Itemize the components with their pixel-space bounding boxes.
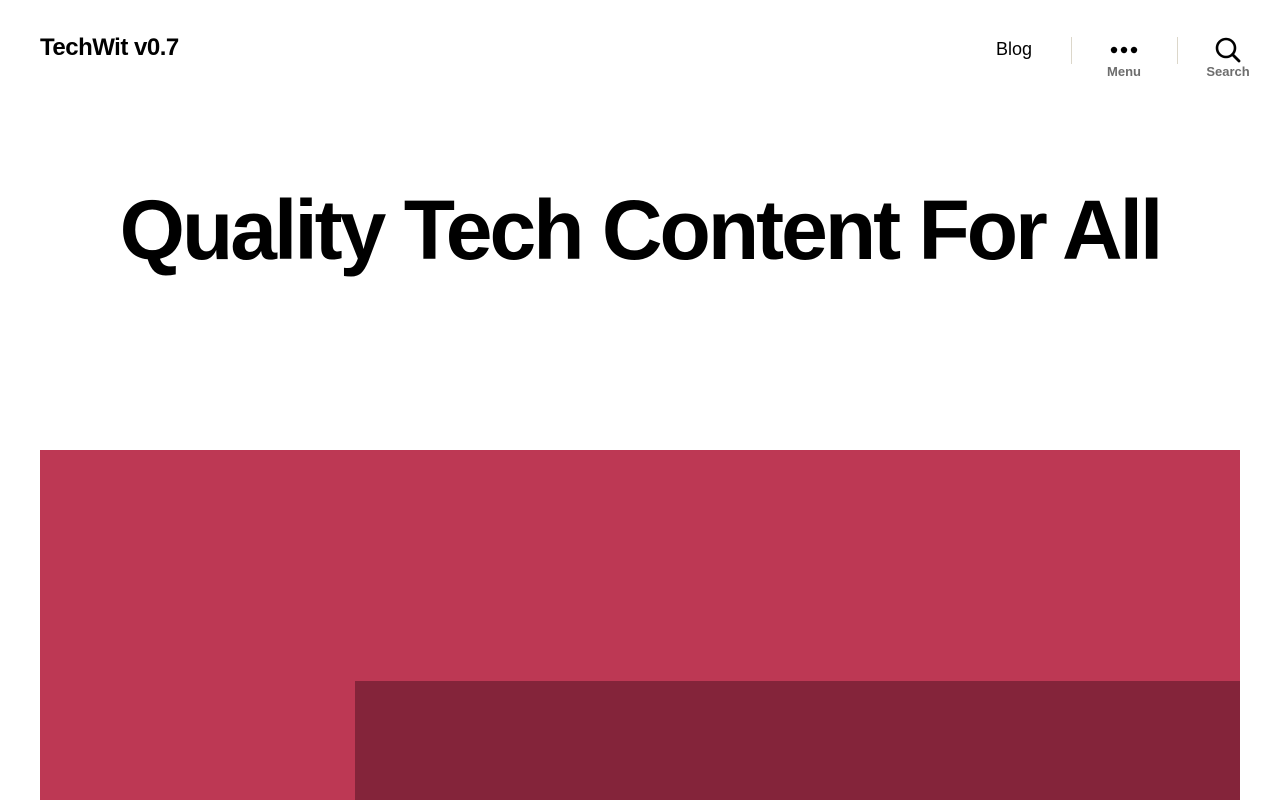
site-header: TechWit v0.7 Blog Menu Search [0,0,1280,110]
page-title: Quality Tech Content For All [119,183,1164,277]
header-separator [1071,37,1072,64]
featured-image-graphic [40,450,1240,800]
site-title-link[interactable]: TechWit v0.7 [40,34,179,62]
nav-link-blog[interactable]: Blog [996,39,1032,60]
featured-image-panel [355,681,1240,800]
search-icon [1215,37,1241,63]
menu-toggle-label: Menu [1107,64,1141,79]
ellipsis-icon [1110,46,1138,54]
featured-image [40,450,1240,800]
header-separator [1177,37,1178,64]
search-toggle-label: Search [1206,64,1250,79]
search-toggle-button[interactable]: Search [1188,36,1268,90]
menu-toggle-button[interactable]: Menu [1084,36,1164,90]
